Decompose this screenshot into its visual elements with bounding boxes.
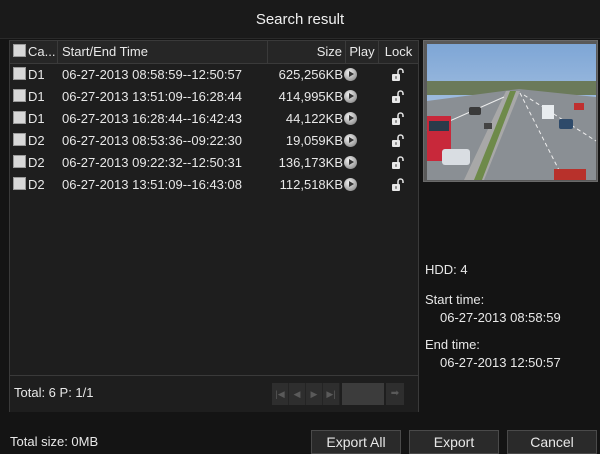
row-time: 06-27-2013 13:51:09--16:28:44 — [62, 89, 242, 104]
highway-scene-image — [424, 41, 597, 181]
play-circle-icon[interactable] — [344, 156, 357, 169]
table-row[interactable]: D1 06-27-2013 13:51:09--16:28:44 414,995KB — [10, 86, 418, 108]
unlocked-padlock-icon[interactable] — [391, 90, 405, 104]
row-size: 414,995KB — [278, 89, 343, 104]
start-time-value: 06-27-2013 08:58:59 — [440, 310, 561, 325]
row-checkbox[interactable] — [13, 133, 26, 146]
row-camera-label: D1 — [28, 111, 45, 126]
go-arrow-icon[interactable]: ➡ — [386, 383, 404, 405]
total-size: Total size: 0MB — [10, 434, 99, 449]
row-checkbox[interactable] — [13, 155, 26, 168]
header-camera[interactable]: Ca... — [10, 41, 58, 63]
window-title: Search result — [0, 0, 600, 39]
row-camera-label: D2 — [28, 155, 45, 170]
unlocked-padlock-icon[interactable] — [391, 68, 405, 82]
header-size: Size — [268, 41, 346, 63]
row-size: 136,173KB — [278, 155, 343, 170]
total-records: Total: 6 P: 1/1 — [14, 385, 94, 400]
row-time: 06-27-2013 08:53:36--09:22:30 — [62, 133, 242, 148]
row-time: 06-27-2013 09:22:32--12:50:31 — [62, 155, 242, 170]
row-time: 06-27-2013 16:28:44--16:42:43 — [62, 111, 242, 126]
row-camera[interactable]: D2 — [13, 152, 45, 174]
row-checkbox[interactable] — [13, 67, 26, 80]
export-button[interactable]: Export — [409, 430, 499, 454]
unlocked-padlock-icon[interactable] — [391, 134, 405, 148]
play-circle-icon[interactable] — [344, 178, 357, 191]
table-header: Ca... Start/End Time Size Play Lock — [10, 41, 418, 64]
row-checkbox[interactable] — [13, 89, 26, 102]
header-play: Play — [346, 41, 379, 63]
cancel-button[interactable]: Cancel — [507, 430, 597, 454]
table-row[interactable]: D1 06-27-2013 16:28:44--16:42:43 44,122KB — [10, 108, 418, 130]
row-camera[interactable]: D2 — [13, 174, 45, 196]
table-row[interactable]: D2 06-27-2013 08:53:36--09:22:30 19,059KB — [10, 130, 418, 152]
pagination-controls: |◀ ◀ ▶ ▶| ➡ — [272, 383, 404, 405]
video-preview-thumbnail — [423, 40, 598, 182]
list-footer: Total: 6 P: 1/1 |◀ ◀ ▶ ▶| ➡ — [10, 375, 418, 412]
row-checkbox[interactable] — [13, 111, 26, 124]
play-circle-icon[interactable] — [344, 112, 357, 125]
row-camera[interactable]: D1 — [13, 64, 45, 86]
unlocked-padlock-icon[interactable] — [391, 178, 405, 192]
row-camera-label: D2 — [28, 133, 45, 148]
prev-page-icon[interactable]: ◀ — [289, 383, 306, 405]
header-lock: Lock — [384, 44, 413, 59]
row-time: 06-27-2013 13:51:09--16:43:08 — [62, 177, 242, 192]
last-page-icon[interactable]: ▶| — [323, 383, 340, 405]
first-page-icon[interactable]: |◀ — [272, 383, 289, 405]
table-row[interactable]: D1 06-27-2013 08:58:59--12:50:57 625,256KB — [10, 64, 418, 86]
row-camera-label: D2 — [28, 177, 45, 192]
search-result-window: Search result Ca... Start/End Time Size … — [0, 0, 600, 454]
play-circle-icon[interactable] — [344, 134, 357, 147]
header-camera-label: Ca... — [28, 44, 56, 59]
play-circle-icon[interactable] — [344, 90, 357, 103]
table-row[interactable]: D2 06-27-2013 13:51:09--16:43:08 112,518KB — [10, 174, 418, 196]
row-camera[interactable]: D1 — [13, 108, 45, 130]
row-time: 06-27-2013 08:58:59--12:50:57 — [62, 67, 242, 82]
row-camera[interactable]: D1 — [13, 86, 45, 108]
row-size: 625,256KB — [278, 67, 343, 82]
table-row[interactable]: D2 06-27-2013 09:22:32--12:50:31 136,173KB — [10, 152, 418, 174]
play-circle-icon[interactable] — [344, 68, 357, 81]
row-camera-label: D1 — [28, 89, 45, 104]
row-size: 112,518KB — [279, 177, 343, 192]
header-time: Start/End Time — [58, 41, 268, 63]
row-checkbox[interactable] — [13, 177, 26, 190]
end-time-value: 06-27-2013 12:50:57 — [440, 355, 561, 370]
export-all-button[interactable]: Export All — [311, 430, 401, 454]
row-size: 19,059KB — [285, 133, 343, 148]
recording-list-panel: Ca... Start/End Time Size Play Lock D1 06… — [9, 40, 419, 412]
start-time-label: Start time: — [425, 292, 485, 307]
next-page-icon[interactable]: ▶ — [306, 383, 323, 405]
row-camera[interactable]: D2 — [13, 130, 45, 152]
unlocked-padlock-icon[interactable] — [391, 112, 405, 126]
unlocked-padlock-icon[interactable] — [391, 156, 405, 170]
row-camera-label: D1 — [28, 67, 45, 82]
page-number-input[interactable] — [342, 383, 384, 405]
hdd-number: HDD: 4 — [425, 262, 468, 277]
bottom-bar: Total size: 0MB Export All Export Cancel — [0, 424, 600, 454]
select-all-checkbox[interactable] — [13, 44, 26, 57]
end-time-label: End time: — [425, 337, 480, 352]
row-size: 44,122KB — [285, 111, 343, 126]
